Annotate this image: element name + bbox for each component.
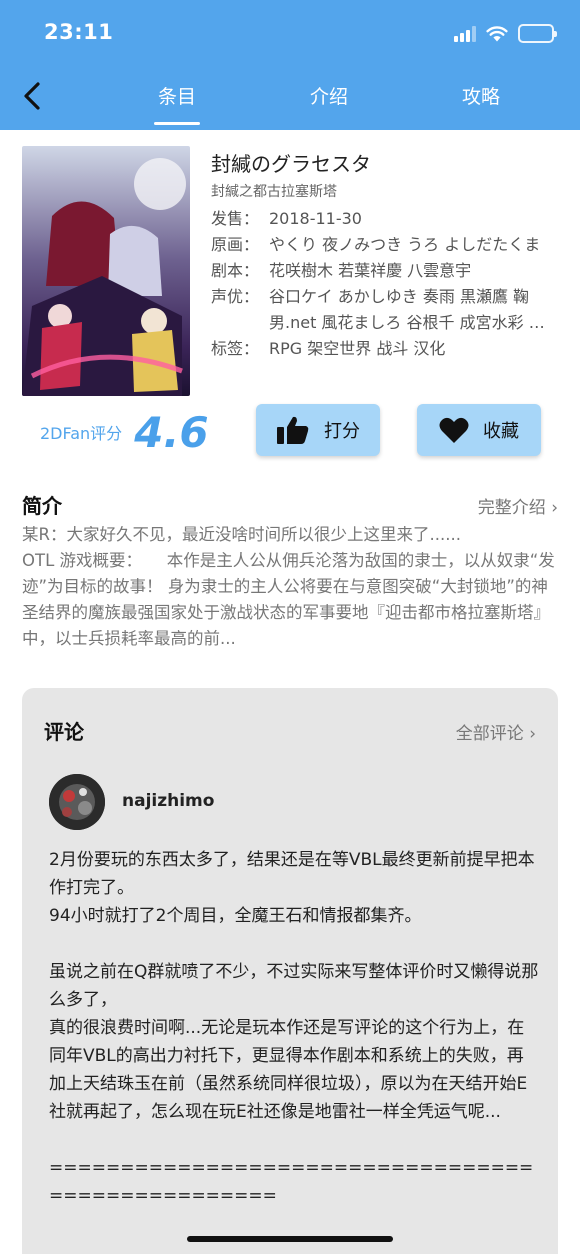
back-arrow-icon[interactable] bbox=[18, 78, 48, 114]
comments-header: 评论 全部评论 › bbox=[44, 716, 536, 746]
intro-text: 某R：大家好久不见，最近没啥时间所以很少上这里来了...... OTL 游戏概要… bbox=[22, 525, 555, 648]
status-bar: 23:11 bbox=[0, 0, 580, 64]
thumbs-up-icon bbox=[277, 416, 309, 444]
game-title: 封緘のグラセスタ bbox=[211, 152, 371, 176]
voice-actor-list[interactable]: 谷口ケイ あかしゆき 奏雨 黒瀬鷹 鞠男.net 風花ましろ 谷根千 成宮水彩 … bbox=[269, 284, 561, 336]
wifi-icon bbox=[486, 25, 508, 41]
rate-button-label: 打分 bbox=[324, 421, 360, 442]
game-cover-image[interactable] bbox=[22, 146, 190, 396]
rating-display: 2DFan评分 4.6 bbox=[40, 404, 209, 460]
artist-row: 原画： やくり 夜ノみつき うろ よしだたくま bbox=[211, 232, 561, 258]
game-meta: 封緘のグラセスタ 封緘之都古拉塞斯塔 发售： 2018-11-30 原画： やく… bbox=[211, 146, 561, 362]
comment-username[interactable]: najizhimo bbox=[122, 791, 214, 811]
tag-list[interactable]: RPG 架空世界 战斗 汉化 bbox=[269, 336, 561, 362]
rating-score: 4.6 bbox=[134, 407, 209, 457]
heart-icon bbox=[439, 417, 469, 443]
favorite-button-label: 收藏 bbox=[483, 421, 519, 442]
top-nav: 条目 介绍 攻略 bbox=[0, 64, 580, 130]
writer-row: 剧本： 花咲樹木 若葉祥慶 八雲意宇 bbox=[211, 258, 561, 284]
field-label: 原画： bbox=[211, 235, 260, 254]
intro-title: 简介 bbox=[22, 494, 62, 518]
full-intro-link[interactable]: 完整介绍 › bbox=[478, 493, 558, 518]
rate-button[interactable]: 打分 bbox=[256, 404, 380, 456]
artist-list[interactable]: やくり 夜ノみつき うろ よしだたくま bbox=[269, 232, 561, 258]
game-subtitle: 封緘之都古拉塞斯塔 bbox=[211, 184, 337, 200]
cellular-signal-icon bbox=[454, 25, 476, 42]
app-header: 23:11 条目 介绍 攻略 bbox=[0, 0, 580, 130]
comments-card: 评论 全部评论 › najizhimo 2月份要玩的东西太多了，结果还是在等VB… bbox=[22, 688, 558, 1254]
release-date: 2018-11-30 bbox=[269, 209, 362, 228]
game-info: 封緘のグラセスタ 封緘之都古拉塞斯塔 发售： 2018-11-30 原画： やく… bbox=[22, 146, 562, 396]
field-label: 声优： bbox=[211, 287, 260, 306]
field-label: 发售： bbox=[211, 209, 260, 228]
field-label: 剧本： bbox=[211, 261, 260, 280]
battery-icon bbox=[518, 24, 557, 43]
comments-title: 评论 bbox=[44, 720, 84, 744]
field-label: 标签： bbox=[211, 339, 260, 358]
release-row: 发售： 2018-11-30 bbox=[211, 206, 561, 232]
status-time: 23:11 bbox=[44, 20, 114, 44]
status-icons bbox=[454, 24, 557, 43]
tag-row: 标签： RPG 架空世界 战斗 汉化 bbox=[211, 336, 561, 362]
writer-list[interactable]: 花咲樹木 若葉祥慶 八雲意宇 bbox=[269, 258, 561, 284]
voice-actor-row: 声优： 谷口ケイ あかしゆき 奏雨 黒瀬鷹 鞠男.net 風花ましろ 谷根千 成… bbox=[211, 284, 561, 336]
favorite-button[interactable]: 收藏 bbox=[417, 404, 541, 456]
tab-intro[interactable]: 介绍 bbox=[284, 82, 374, 109]
tab-entry[interactable]: 条目 bbox=[132, 82, 222, 125]
avatar[interactable] bbox=[49, 774, 105, 830]
tab-guide[interactable]: 攻略 bbox=[436, 82, 526, 109]
comment-body: 2月份要玩的东西太多了，结果还是在等VBL最终更新前提早把本作打完了。 94小时… bbox=[49, 850, 539, 1206]
all-comments-link[interactable]: 全部评论 › bbox=[456, 719, 536, 744]
rating-label: 2DFan评分 bbox=[40, 424, 123, 443]
intro-header: 简介 完整介绍 › bbox=[22, 490, 558, 520]
home-indicator bbox=[187, 1236, 393, 1242]
